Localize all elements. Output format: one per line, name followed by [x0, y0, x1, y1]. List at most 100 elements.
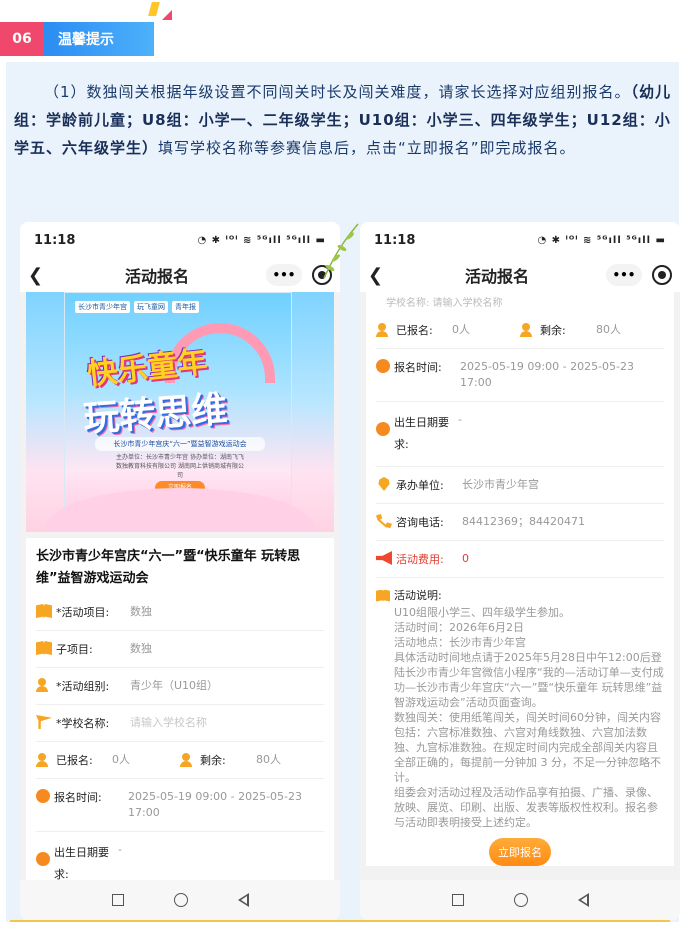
more-icon[interactable]: ••• [605, 264, 642, 286]
user-icon [376, 323, 392, 337]
enrolled-value: 0人 [452, 323, 470, 336]
event-title: 长沙市青少年宫庆“六一”暨“快乐童年 玩转思维”益智游戏运动会 [36, 549, 301, 586]
clock-icon [36, 789, 50, 803]
user-icon [520, 323, 536, 337]
organizer-value: 长沙市青少年宫 [462, 478, 539, 491]
home-icon[interactable] [173, 893, 188, 907]
banner-logos: 长沙市青少年宫 玩飞童网 青年报 [75, 301, 199, 313]
enrolled-label: 已报名: [56, 754, 93, 767]
status-bar: 11:18 ◔ ✱ ᴵᴼᴵ ≋ ⁵ᴳıll ⁵ᴳıll ▬ [360, 222, 680, 258]
group-select-value[interactable]: 青少年（U10组） [130, 678, 324, 694]
mini-program-capsule: ••• [605, 264, 672, 286]
status-icons: ◔ ✱ ᴵᴼᴵ ≋ ⁵ᴳıll ⁵ᴳıll ▬ [197, 234, 326, 246]
event-info-card: 长沙市青少年宫庆“六一”暨“快乐童年 玩转思维”益智游戏运动会 *活动项目: 数… [26, 538, 334, 880]
row-label: 咨询电话: [396, 516, 444, 529]
row-label: 报名时间: [54, 791, 102, 804]
form-row-phone: 咨询电话: 84412369；84420471 [376, 504, 664, 541]
school-name-input[interactable]: 请输入学校名称 [130, 715, 324, 731]
form-row-enrollment: 已报名: 0人 剩余: 80人 [376, 312, 664, 349]
description-title: 活动说明: [376, 588, 664, 603]
description-block: 活动说明: U10组限小学三、四年级学生参加。 活动时间：2026年6月2日 活… [376, 578, 664, 866]
description-body: U10组限小学三、四年级学生参加。 活动时间：2026年6月2日 活动地点：长沙… [376, 605, 664, 830]
form-row-birth: 出生日期要求: - [376, 402, 664, 467]
desc-line: 活动时间：2026年6月2日 [394, 621, 524, 634]
nav-title: 活动报名 [464, 267, 529, 286]
back-triangle-icon[interactable] [577, 893, 589, 907]
banner-title-2: 玩转思维 [81, 389, 229, 440]
banner-cloud [45, 488, 315, 532]
signup-button[interactable]: 立即报名 [489, 838, 551, 866]
remaining-value: 80人 [256, 753, 281, 766]
back-triangle-icon[interactable] [237, 893, 249, 907]
status-time: 11:18 [34, 232, 76, 248]
enrolled-value: 0人 [112, 753, 130, 766]
decoration-pink [162, 10, 172, 20]
form-row-group[interactable]: *活动组别: 青少年（U10组） [36, 668, 324, 705]
notice-p3: 填写学校名称等参赛信息后，点击“立即报名”即完成报名。 [158, 139, 576, 157]
user-icon [36, 753, 52, 767]
user-icon [180, 753, 196, 767]
more-icon[interactable]: ••• [265, 264, 302, 286]
desc-line: 具体活动时间地点请于2025年5月28日中午12:00后登陆长沙市青少年宫微信小… [394, 651, 664, 709]
book-icon [36, 604, 52, 618]
enrolled-label: 已报名: [396, 324, 433, 337]
row-label: *学校名称: [56, 717, 110, 730]
willow-branch-icon [323, 223, 359, 279]
recents-icon[interactable] [111, 894, 124, 906]
desc-line: U10组限小学三、四年级学生参加。 [394, 606, 571, 619]
nav-bar: ❮ 活动报名 ••• [20, 258, 340, 292]
notice-text: （1）数独闯关根据年级设置不同闯关时长及闯关难度，请家长选择对应组别报名。（幼儿… [14, 78, 674, 162]
row-label: *活动组别: [56, 680, 110, 693]
banner-subtitle: 长沙市青少年宫庆“六一”暨益智游戏运动会 [95, 437, 265, 451]
system-nav-bar [20, 880, 340, 920]
nav-bar: ❮ 活动报名 ••• [360, 258, 680, 292]
signup-time-value: 2025-05-19 09:00 - 2025-05-23 17:00 [128, 790, 303, 819]
status-time: 11:18 [374, 232, 416, 248]
back-icon[interactable]: ❮ [28, 265, 48, 286]
desc-line: 活动地点：长沙市青少年宫 [394, 636, 526, 649]
logo-youth-palace: 长沙市青少年宫 [75, 301, 130, 313]
row-label: 出生日期要求: [54, 846, 109, 880]
form-row-signup-time: 报名时间: 2025-05-19 09:00 - 2025-05-23 17:0… [36, 779, 324, 832]
description-label: 活动说明: [394, 589, 442, 602]
row-label: 报名时间: [394, 361, 442, 374]
logo-partner: 玩飞童网 [134, 301, 168, 313]
row-label: 出生日期要求: [394, 416, 449, 451]
form-row-project: *活动项目: 数独 [36, 594, 324, 631]
home-icon[interactable] [513, 893, 528, 907]
birth-value: - [118, 843, 122, 856]
scroll-content[interactable]: 学校名称: 请输入学校名称 已报名: 0人 剩余: 80人 报名时间: 2025… [360, 292, 680, 880]
section-number: 06 [0, 22, 44, 56]
form-row-subproject: 子项目: 数独 [36, 631, 324, 668]
row-label: 子项目: [56, 643, 93, 656]
form-row-enrollment: 已报名: 0人 剩余: 80人 [36, 742, 324, 779]
form-row-birth: 出生日期要求: - [36, 832, 324, 880]
event-banner: 长沙市青少年宫 玩飞童网 青年报 快乐童年 玩转思维 长沙市青少年宫庆“六一”暨… [26, 292, 334, 532]
banner-poster: 长沙市青少年宫 玩飞童网 青年报 快乐童年 玩转思维 长沙市青少年宫庆“六一”暨… [45, 292, 315, 532]
phone-screenshot-left: 11:18 ◔ ✱ ᴵᴼᴵ ≋ ⁵ᴳıll ⁵ᴳıll ▬ ❮ 活动报名 •••… [20, 222, 340, 920]
clock-icon [376, 359, 390, 373]
back-icon[interactable]: ❮ [368, 265, 388, 286]
book-icon [376, 589, 390, 602]
section-tag: 06 温馨提示 [0, 22, 154, 56]
desc-line: 数独闯关：使用纸笔闯关，闯关时间60分钟，闯关内容包括：六宫标准数独、六宫对角线… [394, 711, 661, 784]
nav-title: 活动报名 [124, 267, 189, 286]
close-target-icon[interactable] [651, 265, 672, 285]
remaining-value: 80人 [596, 323, 621, 336]
event-info-card: 学校名称: 请输入学校名称 已报名: 0人 剩余: 80人 报名时间: 2025… [366, 292, 674, 866]
location-icon [378, 477, 390, 491]
phone-icon [376, 514, 392, 528]
user-icon [36, 678, 52, 692]
form-row-signup-time: 报名时间: 2025-05-19 09:00 - 2025-05-23 17:0… [376, 349, 664, 402]
phone-value[interactable]: 84412369；84420471 [462, 514, 664, 530]
row-value: 数独 [130, 642, 152, 655]
panel-divider [10, 920, 670, 922]
row-label: 承办单位: [396, 479, 444, 492]
section-title: 温馨提示 [44, 22, 154, 56]
form-row-organizer: 承办单位: 长沙市青少年宫 [376, 467, 664, 504]
banner-info: 主办单位：长沙市青少年宫 协办单位：湖南飞飞数独教育科技有限公司 湖南网上供销商… [116, 454, 244, 479]
fee-value: 0 [462, 552, 469, 565]
notice-p1: （1）数独闯关根据年级设置不同闯关时长及闯关难度，请家长选择对应组别报名。 [44, 83, 631, 101]
recents-icon[interactable] [451, 894, 464, 906]
scroll-content[interactable]: 长沙市青少年宫 玩飞童网 青年报 快乐童年 玩转思维 长沙市青少年宫庆“六一”暨… [20, 292, 340, 880]
